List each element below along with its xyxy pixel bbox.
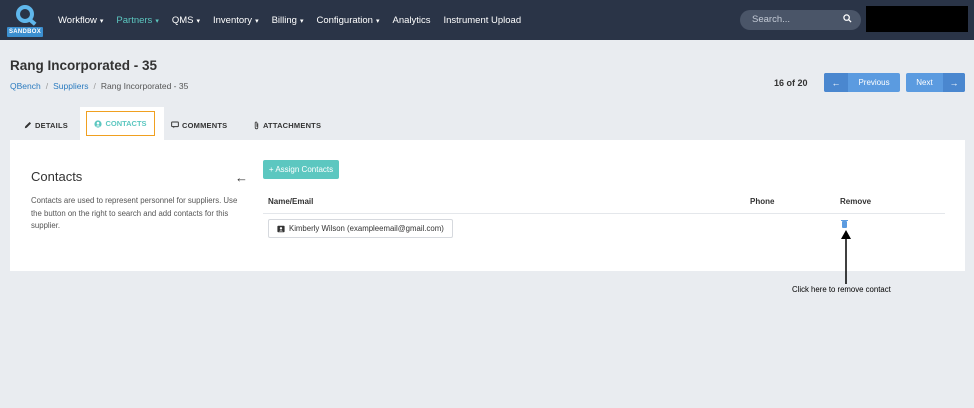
nav-item-analytics[interactable]: Analytics	[392, 15, 430, 26]
pager-position: 16 of 20	[774, 78, 808, 88]
nav-item-instrument-upload[interactable]: Instrument Upload	[444, 15, 522, 26]
nav-item-partners[interactable]: Partners ▾	[116, 15, 158, 26]
column-header-phone: Phone	[750, 197, 775, 206]
contact-card-icon	[277, 225, 285, 232]
top-navbar: SANDBOX Workflow ▾ Partners ▾ QMS ▾ Invento…	[0, 0, 974, 40]
caret-down-icon: ▾	[99, 17, 104, 25]
annotation-arrow-icon	[841, 230, 851, 284]
tab-contacts[interactable]: CONTACTS	[86, 111, 155, 136]
search-placeholder: Search...	[752, 14, 791, 25]
panel-description: Contacts are used to represent personnel…	[31, 196, 238, 230]
nav-menu: Workflow ▾ Partners ▾ QMS ▾ Inventory ▾ Bill…	[58, 0, 534, 40]
table-header-divider	[263, 213, 945, 214]
search-input[interactable]: Search...	[740, 10, 861, 30]
next-button[interactable]: Next →	[906, 73, 965, 92]
tab-comments[interactable]: COMMENTS	[171, 111, 227, 139]
panel-title: Contacts	[31, 169, 83, 184]
nav-item-configuration[interactable]: Configuration ▾	[316, 15, 379, 26]
pencil-icon	[24, 121, 32, 129]
nav-item-billing[interactable]: Billing ▾	[272, 15, 304, 26]
contact-chip[interactable]: Kimberly Wilson (exampleemail@gmail.com)	[268, 219, 453, 238]
caret-down-icon: ▾	[155, 17, 159, 25]
previous-label: Previous	[858, 78, 890, 87]
caret-down-icon: ▾	[196, 17, 200, 25]
assign-contacts-button[interactable]: + Assign Contacts	[263, 160, 339, 179]
redacted-user-area	[866, 6, 968, 32]
contact-card-icon	[94, 119, 103, 128]
paperclip-icon	[254, 121, 259, 129]
nav-item-workflow[interactable]: Workflow ▾	[58, 15, 103, 26]
app-logo[interactable]: SANDBOX	[7, 5, 43, 37]
breadcrumb-link-qbench[interactable]: QBench	[10, 81, 41, 91]
breadcrumb: QBench / Suppliers / Rang Incorporated -…	[10, 81, 188, 91]
arrow-left-icon[interactable]: ←	[235, 170, 248, 185]
caret-down-icon: ▾	[255, 17, 259, 25]
breadcrumb-separator: /	[93, 81, 96, 91]
tab-details[interactable]: DETAILS	[24, 111, 68, 139]
search-icon[interactable]	[843, 14, 852, 23]
column-header-name-email: Name/Email	[268, 197, 314, 206]
caret-down-icon: ▾	[299, 17, 304, 25]
column-header-remove: Remove	[840, 197, 872, 206]
annotation-text: Click here to remove contact	[792, 285, 891, 294]
arrow-left-icon: ←	[824, 73, 848, 92]
next-label: Next	[916, 78, 933, 87]
sandbox-badge: SANDBOX	[7, 27, 43, 37]
trash-icon[interactable]	[841, 220, 848, 228]
nav-item-inventory[interactable]: Inventory ▾	[213, 15, 259, 26]
previous-button[interactable]: ← Previous	[824, 73, 900, 92]
comment-icon	[171, 121, 179, 129]
page-title: Rang Incorporated - 35	[10, 58, 158, 73]
tab-attachments[interactable]: ATTACHMENTS	[253, 111, 321, 139]
breadcrumb-separator: /	[45, 81, 49, 91]
qbench-logo-icon	[16, 5, 34, 23]
contact-name-email: Kimberly Wilson (exampleemail@gmail.com)	[289, 224, 444, 233]
breadcrumb-current: Rang Incorporated - 35	[100, 81, 189, 91]
caret-down-icon: ▾	[375, 17, 380, 25]
breadcrumb-link-suppliers[interactable]: Suppliers	[53, 81, 88, 91]
nav-item-qms[interactable]: QMS ▾	[172, 15, 200, 26]
arrow-right-icon: →	[943, 73, 965, 92]
